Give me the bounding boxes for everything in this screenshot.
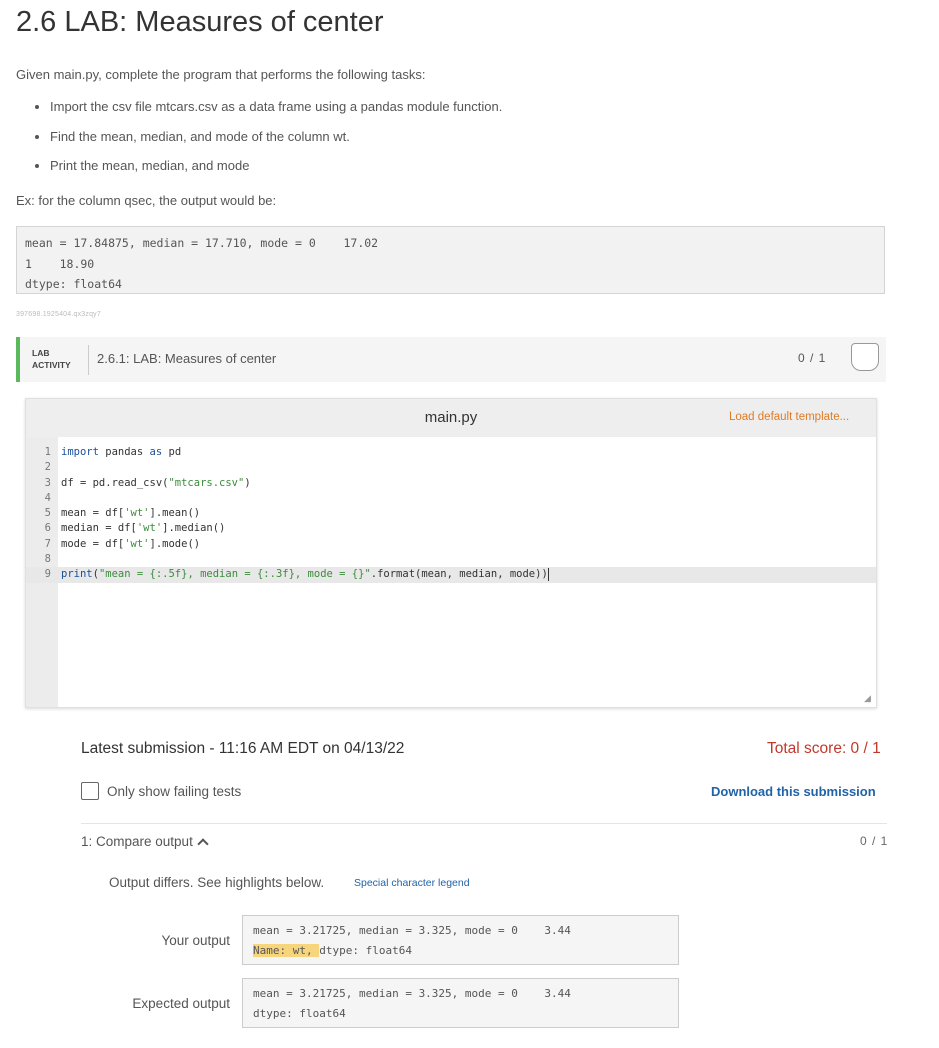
- code-token: print: [61, 568, 93, 581]
- output-text: dtype: float64: [319, 944, 412, 957]
- test-toggle-compare-output[interactable]: 1: Compare output: [81, 834, 209, 850]
- output-line: mean = 3.21725, median = 3.325, mode = 0…: [253, 924, 571, 937]
- code-line: 7 mode = df['wt'].mode(): [26, 537, 876, 552]
- code-editor[interactable]: main.py Load default template... 1 import…: [25, 398, 877, 708]
- page-title: 2.6 LAB: Measures of center: [16, 6, 384, 38]
- lab-score: 0 / 1: [798, 351, 827, 365]
- download-submission-link[interactable]: Download this submission: [711, 784, 876, 799]
- only-failing-checkbox[interactable]: [81, 782, 99, 800]
- special-character-legend-link[interactable]: Special character legend: [354, 877, 470, 889]
- code-token: mode = df[: [61, 537, 125, 550]
- task-item: Find the mean, median, and mode of the c…: [50, 128, 502, 158]
- watermark-id: 397698.1925404.qx3zqy7: [16, 311, 101, 318]
- code-token: 'wt': [136, 522, 163, 535]
- code-line: 4: [26, 491, 876, 506]
- total-score: Total score: 0 / 1: [767, 740, 881, 757]
- code-token: mean = df[: [61, 507, 125, 520]
- code-area[interactable]: 1 import pandas as pd 2 3 df = pd.read_csv…: [26, 445, 876, 583]
- code-token: "mtcars.csv": [168, 476, 245, 489]
- lab-tag-line: LAB: [32, 348, 50, 358]
- line-number: 1: [44, 446, 51, 458]
- lab-activity-header: LAB ACTIVITY 2.6.1: LAB: Measures of cen…: [16, 337, 886, 382]
- load-default-template-link[interactable]: Load default template...: [729, 411, 849, 423]
- output-line: dtype: float64: [253, 1007, 346, 1020]
- code-token: df = pd.read_csv(: [61, 476, 169, 489]
- code-token: .format(mean, median, mode)): [370, 568, 548, 581]
- code-token: "mean = {:.5f}, median = {:.3f}, mode = …: [98, 568, 371, 581]
- line-number: 2: [44, 461, 51, 474]
- code-token: pandas: [98, 446, 150, 458]
- output-differs-message: Output differs. See highlights below.: [109, 875, 325, 890]
- chevron-up-icon: [197, 838, 209, 850]
- task-item: Print the mean, median, and mode: [50, 157, 502, 187]
- output-line: Name: wt, dtype: float64: [253, 941, 668, 961]
- code-line-active: 9 print("mean = {:.5f}, median = {:.3f}, …: [26, 567, 876, 583]
- lab-activity-tag: LAB ACTIVITY: [32, 347, 71, 371]
- completion-badge-icon: [851, 343, 879, 371]
- line-number: 4: [44, 491, 51, 504]
- example-output-line: mean = 17.84875, median = 17.710, mode =…: [25, 236, 379, 250]
- expected-output-label: Expected output: [132, 996, 230, 1011]
- task-list: Import the csv file mtcars.csv as a data…: [32, 98, 502, 187]
- line-number: 6: [44, 522, 51, 535]
- your-output-label: Your output: [161, 933, 230, 948]
- example-output-box: mean = 17.84875, median = 17.710, mode =…: [16, 226, 885, 294]
- latest-submission: Latest submission - 11:16 AM EDT on 04/1…: [81, 740, 405, 757]
- code-line: 5 mean = df['wt'].mean(): [26, 506, 876, 521]
- test-score: 0 / 1: [860, 834, 889, 848]
- example-output-line: 1 18.90: [25, 256, 95, 271]
- editor-header: main.py Load default template...: [26, 399, 876, 437]
- line-number: 8: [44, 553, 51, 566]
- expected-output-box: mean = 3.21725, median = 3.325, mode = 0…: [242, 978, 679, 1028]
- divider: [81, 823, 887, 824]
- code-line: 3 df = pd.read_csv("mtcars.csv"): [26, 476, 876, 491]
- code-token: ].mode(): [149, 537, 201, 550]
- code-token: ): [244, 476, 251, 489]
- code-token: 'wt': [124, 537, 150, 550]
- your-output-box: mean = 3.21725, median = 3.325, mode = 0…: [242, 915, 679, 965]
- code-token: 'wt': [124, 507, 150, 520]
- code-line: 6 median = df['wt'].median(): [26, 521, 876, 536]
- text-cursor: [547, 567, 549, 581]
- code-token: ].median(): [162, 522, 226, 535]
- example-output-line: dtype: float64: [25, 277, 122, 291]
- header-divider: [88, 345, 89, 375]
- line-number: 3: [44, 476, 51, 489]
- lab-tag-line: ACTIVITY: [32, 360, 71, 370]
- only-failing-label[interactable]: Only show failing tests: [107, 784, 241, 799]
- example-label: Ex: for the column qsec, the output woul…: [16, 193, 277, 208]
- code-token: as: [149, 446, 163, 458]
- code-token: pd: [162, 446, 182, 458]
- task-item: Import the csv file mtcars.csv as a data…: [50, 98, 502, 128]
- code-line: 1 import pandas as pd: [26, 445, 876, 460]
- line-number: 5: [44, 507, 51, 520]
- test-title: 1: Compare output: [81, 834, 193, 849]
- diff-highlight: Name: wt,: [253, 944, 320, 957]
- code-line: 8: [26, 552, 876, 567]
- resize-grip-icon[interactable]: ◢: [864, 693, 871, 704]
- line-number: 9: [44, 568, 51, 581]
- output-line: mean = 3.21725, median = 3.325, mode = 0…: [253, 987, 571, 1000]
- code-token: import: [61, 446, 99, 458]
- code-line: 2: [26, 460, 876, 475]
- line-number: 7: [44, 537, 51, 550]
- intro-text: Given main.py, complete the program that…: [16, 67, 426, 82]
- code-token: ].mean(): [149, 507, 201, 520]
- lab-activity-name: 2.6.1: LAB: Measures of center: [97, 351, 277, 366]
- code-token: median = df[: [61, 522, 137, 535]
